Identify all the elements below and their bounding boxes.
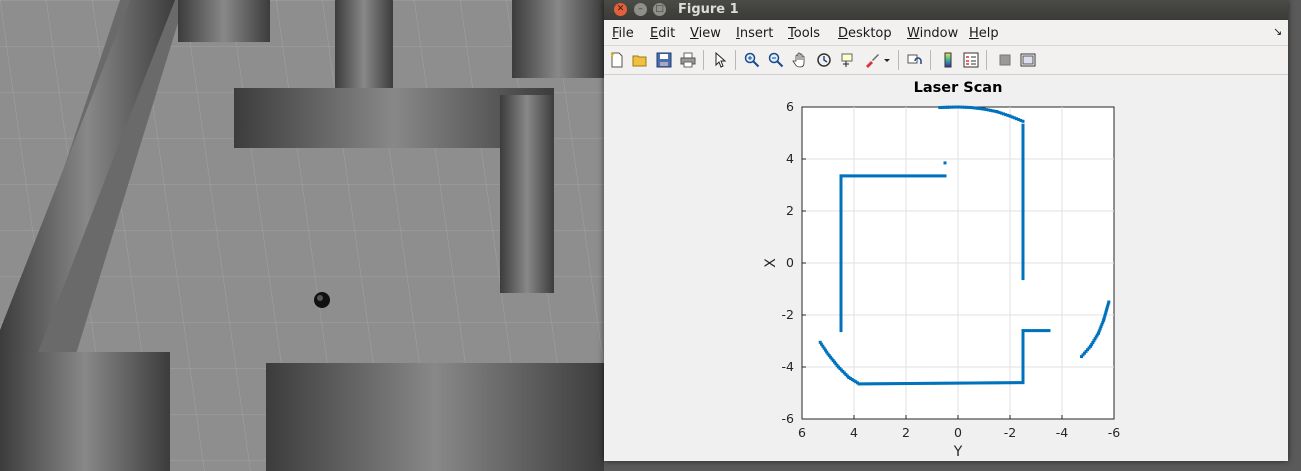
brush-dropdown-icon[interactable] (882, 52, 892, 68)
y-tick-label: 0 (786, 255, 794, 270)
y-tick-label: 6 (786, 99, 794, 114)
toolbar-separator (703, 50, 704, 70)
scan-point (1021, 277, 1025, 281)
menu-desktop-key: D (838, 26, 849, 41)
toolbar-separator (986, 50, 987, 70)
scan-segment-lower-right-post (1021, 329, 1025, 385)
open-file-icon[interactable] (632, 52, 648, 68)
scan-point (1107, 300, 1111, 304)
data-cursor-icon[interactable] (840, 52, 856, 68)
zoom-in-icon[interactable] (744, 52, 760, 68)
menu-window-key: W (907, 26, 920, 41)
robot-icon[interactable] (314, 292, 330, 308)
menu-edit[interactable]: Edit (650, 26, 675, 41)
pan-hand-icon[interactable] (792, 52, 808, 68)
x-tick-label: 6 (798, 425, 806, 440)
scan-segment-left-wall (839, 174, 843, 333)
scan-point (943, 174, 947, 178)
toolbar-separator (735, 50, 736, 70)
hide-plot-tools-icon[interactable] (997, 52, 1013, 68)
save-icon[interactable] (656, 52, 672, 68)
y-tick-label: -2 (782, 307, 794, 322)
toolbar-separator (930, 50, 931, 70)
zoom-out-icon[interactable] (768, 52, 784, 68)
minimize-window-button[interactable]: – (634, 3, 647, 16)
menu-file-rest: ile (618, 26, 634, 41)
menu-insert-rest: nsert (739, 26, 774, 41)
menu-view-rest: iew (698, 26, 721, 41)
y-tick-label: -4 (782, 359, 795, 374)
brush-icon[interactable] (864, 52, 880, 68)
laser-scan-plot[interactable]: Laser Scan 6 4 2 0 -2 -4 -66420-2-4-6 Y X (604, 75, 1288, 461)
x-tick-label: 4 (850, 425, 858, 440)
x-tick-label: -4 (1056, 425, 1069, 440)
menu-view[interactable]: View (690, 26, 721, 41)
maximize-window-button[interactable]: □ (653, 3, 666, 16)
menu-help-key: H (969, 26, 979, 41)
toolbar-separator (898, 50, 899, 70)
scan-segment-top-left-wall (839, 174, 947, 178)
menu-help-rest: elp (978, 26, 999, 41)
figure-window[interactable]: ✕ – □ Figure 1 File Edit View Insert Too… (604, 0, 1288, 461)
menu-desktop[interactable]: Desktop (838, 26, 892, 41)
x-axis-label: Y (953, 444, 963, 460)
menu-insert[interactable]: Insert (736, 26, 773, 41)
scan-point (839, 329, 843, 333)
menu-tools[interactable]: Tools (788, 26, 820, 41)
x-tick-label: -6 (1108, 425, 1121, 440)
show-plot-tools-icon[interactable] (1020, 52, 1036, 68)
menu-view-key: V (690, 26, 699, 41)
scan-segment-lower-right-stub (1021, 329, 1051, 333)
y-tick-label: 2 (786, 203, 794, 218)
rotate-3d-icon[interactable] (816, 52, 832, 68)
chart-title: Laser Scan (914, 80, 1003, 96)
edit-plot-arrow-icon[interactable] (712, 52, 728, 68)
scan-point (1021, 119, 1025, 123)
scan-segment-isolated-point (943, 161, 947, 165)
title-bar[interactable]: ✕ – □ Figure 1 (604, 0, 1288, 20)
menu-bar: File Edit View Insert Tools Desktop Wind… (604, 20, 1288, 46)
figure-toolbar (604, 46, 1288, 75)
scan-point (1047, 329, 1051, 333)
close-window-button[interactable]: ✕ (614, 3, 627, 16)
legend-icon[interactable] (963, 52, 979, 68)
menu-edit-rest: dit (658, 26, 676, 41)
colorbar-icon[interactable] (940, 52, 956, 68)
x-tick-label: 0 (954, 425, 962, 440)
menu-window[interactable]: Window (907, 26, 958, 41)
menu-desktop-rest: esktop (848, 26, 892, 41)
scan-point (857, 382, 861, 386)
new-figure-icon[interactable] (609, 52, 625, 68)
gazebo-sim-view[interactable] (0, 0, 604, 471)
menu-window-rest: indow (919, 26, 959, 41)
menu-edit-key: E (650, 26, 659, 41)
y-tick-label: 4 (786, 151, 794, 166)
y-tick-label: -6 (782, 411, 795, 426)
print-icon[interactable] (680, 52, 696, 68)
x-tick-label: 2 (902, 425, 910, 440)
link-plot-icon[interactable] (907, 52, 923, 68)
menu-help[interactable]: Help (969, 26, 999, 41)
window-title: Figure 1 (678, 2, 739, 17)
dock-arrow-icon[interactable]: ↘ (1273, 25, 1282, 38)
menu-tools-rest: ools (793, 26, 821, 41)
scan-segment-right-wall-upper (1021, 123, 1025, 281)
y-axis-label: X (763, 258, 779, 268)
scan-point (943, 161, 947, 165)
x-tick-label: -2 (1004, 425, 1016, 440)
menu-file[interactable]: File (612, 26, 634, 41)
